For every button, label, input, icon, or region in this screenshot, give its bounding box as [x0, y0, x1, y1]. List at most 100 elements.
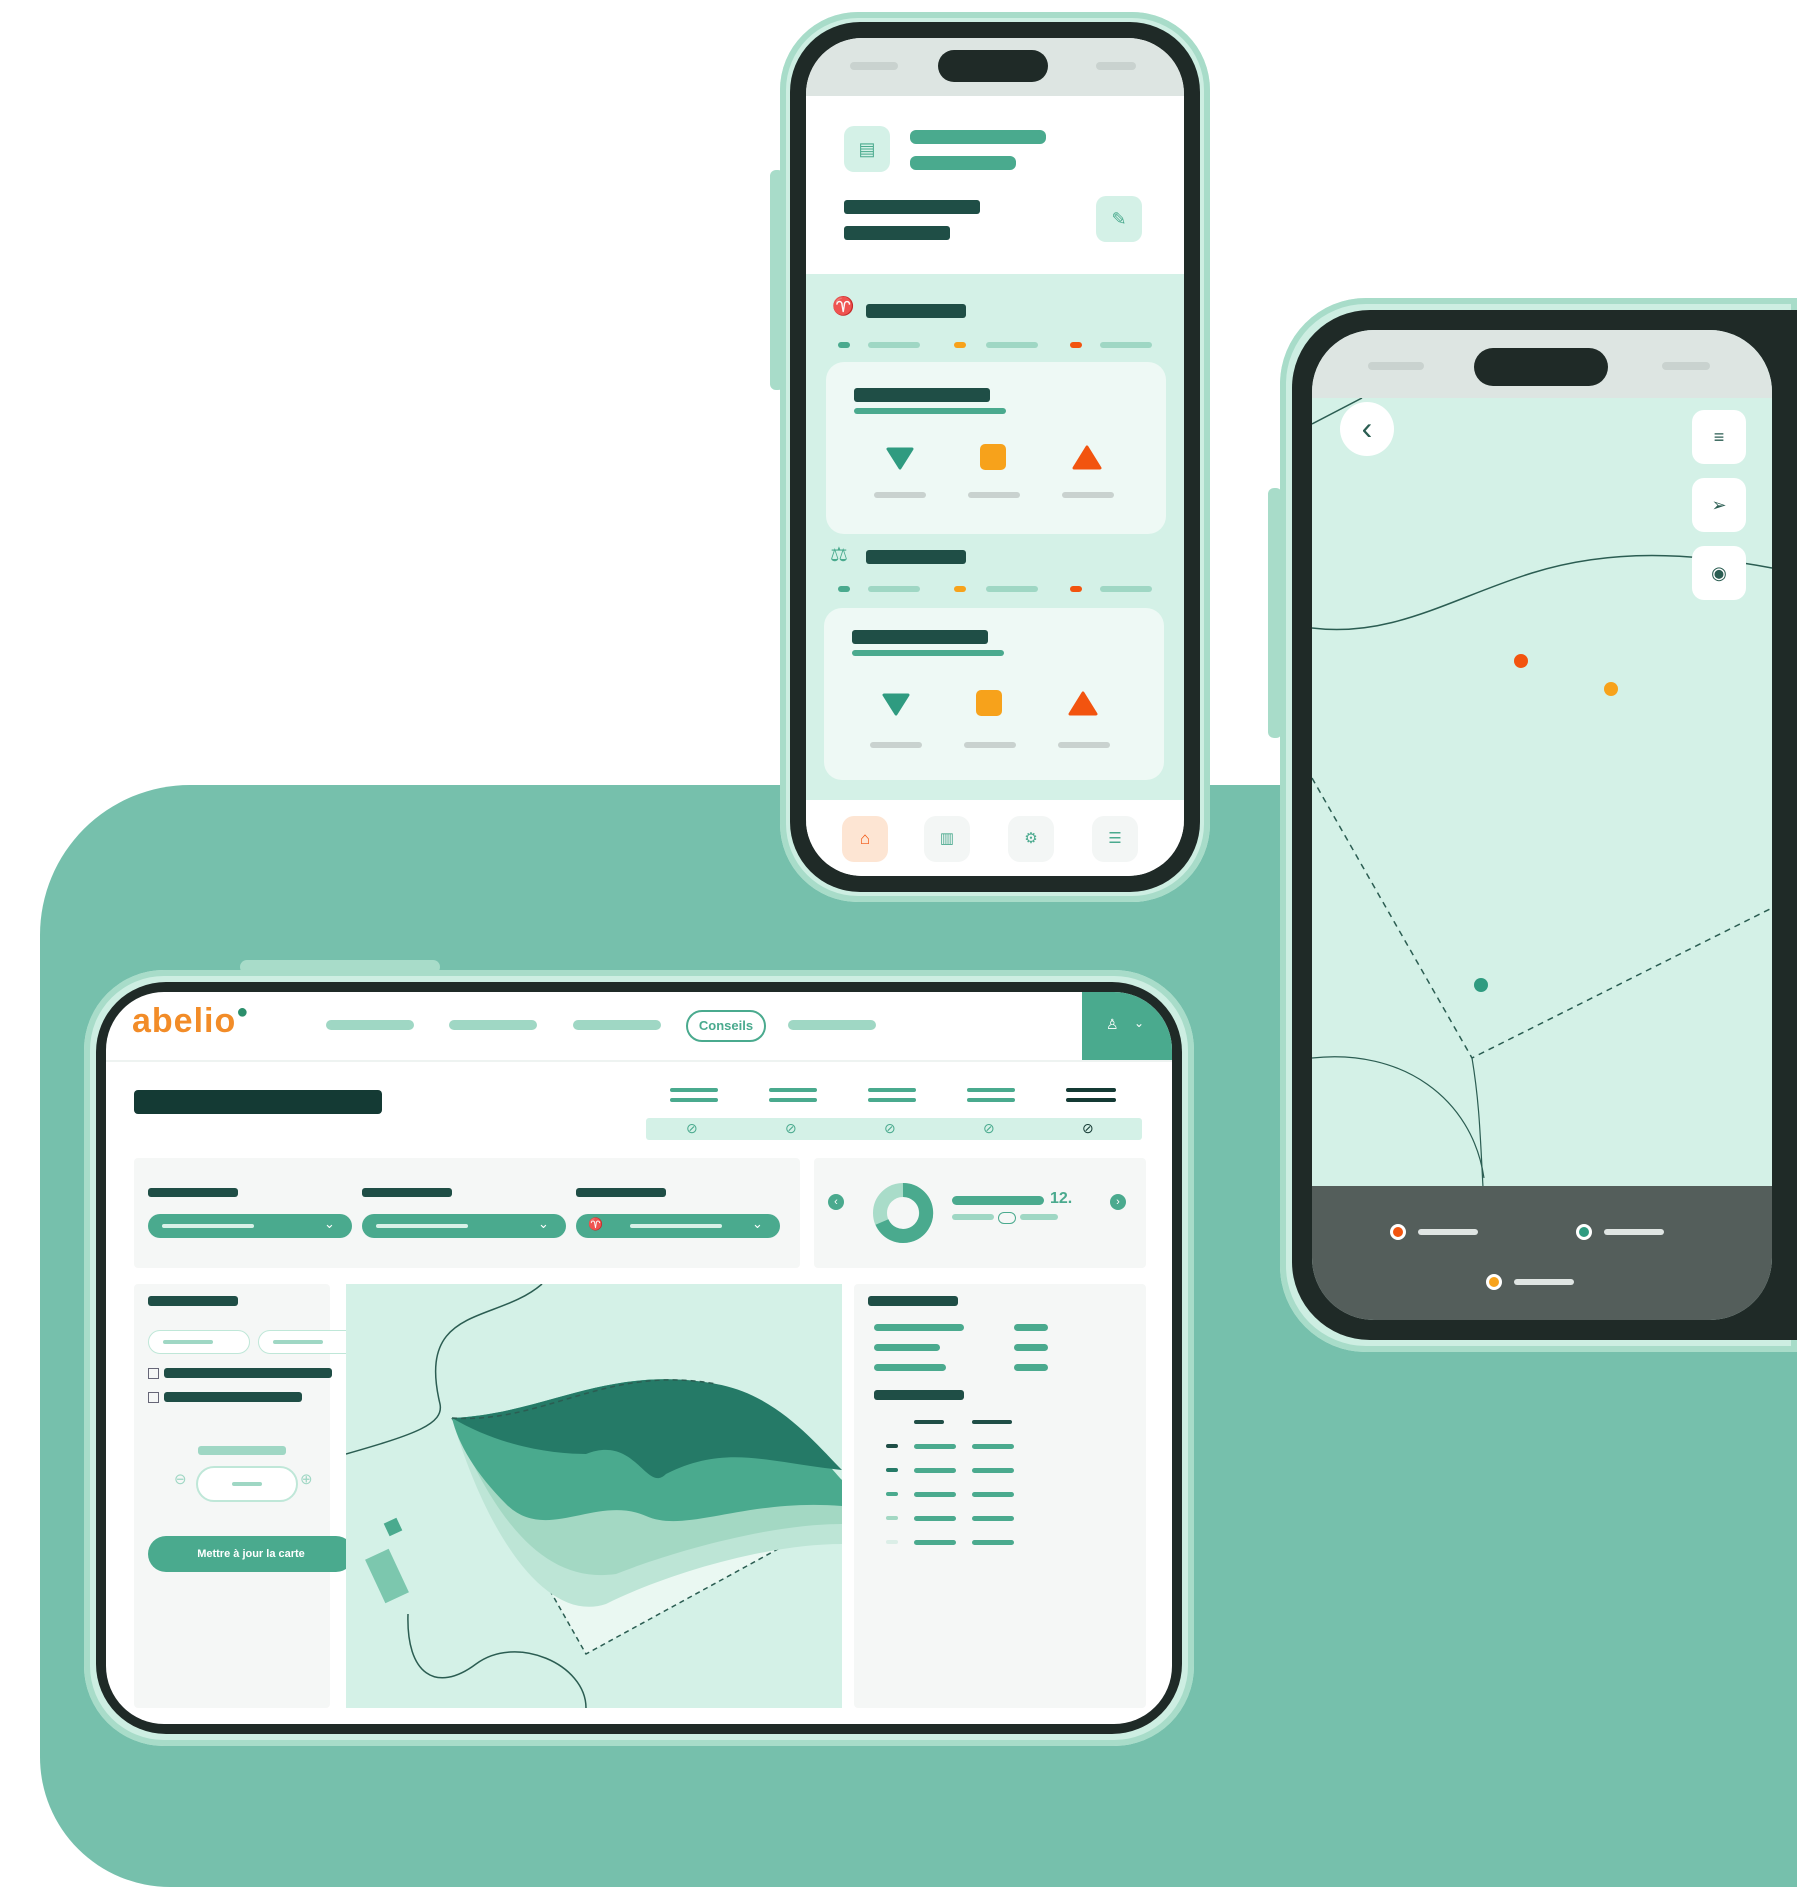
- donut-chart: [873, 1182, 934, 1243]
- map-view[interactable]: [346, 1284, 842, 1708]
- filter-1-select[interactable]: ⌄: [148, 1214, 352, 1238]
- card-1-title: [854, 388, 990, 402]
- legend-5-b: [972, 1540, 1014, 1545]
- phone-dashboard-screen: ▤ ✎ ♈ ⚖ ⌂ ▥ ⚙ ☰: [806, 38, 1184, 876]
- map-marker-orange[interactable]: [1604, 682, 1618, 696]
- info-title: [868, 1296, 958, 1306]
- step-2-check-icon[interactable]: ⊘: [785, 1120, 797, 1137]
- nav-tab-1[interactable]: [326, 1020, 414, 1030]
- checkbox-2[interactable]: [148, 1392, 159, 1403]
- card-1[interactable]: [826, 362, 1166, 534]
- legend-3-b: [972, 1492, 1014, 1497]
- card-2[interactable]: [824, 608, 1164, 780]
- sidebar-select-1[interactable]: [148, 1330, 250, 1354]
- step-3-check-icon[interactable]: ⊘: [884, 1120, 896, 1137]
- stat-value: 12.: [1050, 1190, 1073, 1207]
- step-4-check-icon[interactable]: ⊘: [983, 1120, 995, 1137]
- nav-tab-2[interactable]: [449, 1020, 537, 1030]
- step-5-check-icon[interactable]: ⊘: [1082, 1120, 1094, 1137]
- status-right: [1662, 362, 1710, 370]
- legend-2-a: [914, 1468, 956, 1473]
- stepper-label: [198, 1446, 286, 1455]
- edit-button[interactable]: ✎: [1096, 196, 1142, 242]
- step-5-line-b: [1066, 1098, 1116, 1102]
- status-right: [1096, 62, 1136, 70]
- section-2-legend-b-dot: [954, 586, 966, 592]
- home-icon[interactable]: ⌂: [842, 816, 888, 862]
- user-icon: ♙: [1106, 1016, 1119, 1032]
- step-1-check-icon[interactable]: ⊘: [686, 1120, 698, 1137]
- card-1-label-2: [968, 492, 1020, 498]
- stats-panel: ‹ 12. ›: [814, 1158, 1146, 1268]
- info-row-2-value: [1014, 1344, 1048, 1351]
- legend-5-a: [914, 1540, 956, 1545]
- locate-button[interactable]: ◉: [1692, 546, 1746, 600]
- checkbox-1[interactable]: [148, 1368, 159, 1379]
- chevron-down-icon: ⌄: [1134, 1016, 1145, 1030]
- map-icon[interactable]: ▥: [924, 816, 970, 862]
- status-left: [850, 62, 898, 70]
- toggle-icon[interactable]: [998, 1212, 1016, 1224]
- section-2-legend-a-dot: [838, 586, 850, 592]
- step-2-line-b: [769, 1098, 817, 1102]
- nav-tab-3[interactable]: [573, 1020, 661, 1030]
- section-2-legend-c: [1100, 586, 1152, 592]
- square-icon: [976, 690, 1002, 716]
- sidebar-select-2[interactable]: [258, 1330, 360, 1354]
- map-marker-teal[interactable]: [1474, 978, 1488, 992]
- tractor-icon[interactable]: ⚙: [1008, 816, 1054, 862]
- plus-icon[interactable]: ⊕: [300, 1470, 313, 1488]
- update-map-button[interactable]: Mettre à jour la carte: [148, 1536, 354, 1572]
- step-3-line: [868, 1088, 916, 1092]
- document-icon[interactable]: ▤: [844, 126, 890, 172]
- map-legend-panel: [1312, 1186, 1772, 1320]
- abelio-logo[interactable]: abelio●: [132, 1001, 250, 1041]
- step-3-line-b: [868, 1098, 916, 1102]
- section-1-legend-b-dot: [954, 342, 966, 348]
- camera-notch: [1474, 348, 1608, 386]
- layers-button[interactable]: ≡: [1692, 410, 1746, 464]
- legend-4-b: [972, 1516, 1014, 1521]
- filter-3-select[interactable]: ♈ ⌄: [576, 1214, 780, 1238]
- scale-icon: ⚖: [830, 544, 848, 566]
- camera-notch: [938, 50, 1048, 82]
- info-row-3-label: [874, 1364, 946, 1371]
- chevron-down-icon: ⌄: [538, 1216, 549, 1231]
- filter-3-label: [576, 1188, 666, 1197]
- minus-icon[interactable]: ⊖: [174, 1470, 187, 1488]
- user-menu-button[interactable]: ♙ ⌄: [1082, 992, 1172, 1060]
- legend-label-red: [1418, 1229, 1478, 1235]
- filter-2-select[interactable]: ⌄: [362, 1214, 566, 1238]
- sidebar-title: [148, 1296, 238, 1306]
- legend-1-b: [972, 1444, 1014, 1449]
- list-icon[interactable]: ☰: [1092, 816, 1138, 862]
- stat-sub-1: [952, 1214, 994, 1220]
- quantity-stepper[interactable]: [196, 1466, 298, 1502]
- filter-2-value: [376, 1224, 468, 1228]
- stepper: ⊘ ⊘ ⊘ ⊘ ⊘: [646, 1082, 1146, 1142]
- up-triangle-icon: [1072, 445, 1102, 470]
- previous-icon[interactable]: ‹: [828, 1194, 844, 1210]
- nav-tab-conseils[interactable]: Conseils: [686, 1010, 766, 1042]
- legend-3-a: [914, 1492, 956, 1497]
- card-1-label-3: [1062, 492, 1114, 498]
- section-1-legend-c-dot: [1070, 342, 1082, 348]
- farm-name-2: [844, 226, 950, 240]
- legend-4-a: [914, 1516, 956, 1521]
- legend-2-b: [972, 1468, 1014, 1473]
- navigate-button[interactable]: ➢: [1692, 478, 1746, 532]
- sprout-icon: ♈: [588, 1217, 603, 1231]
- section-1-legend-a: [868, 342, 920, 348]
- filter-2-label: [362, 1188, 452, 1197]
- back-button[interactable]: ‹: [1340, 402, 1394, 456]
- map-svg: [346, 1284, 842, 1708]
- map-marker-red[interactable]: [1514, 654, 1528, 668]
- info-row-1-label: [874, 1324, 964, 1331]
- section-1-legend-c: [1100, 342, 1152, 348]
- header-title-1: [910, 130, 1046, 144]
- next-icon[interactable]: ›: [1110, 1194, 1126, 1210]
- stepper-value: [232, 1482, 262, 1486]
- leaf-icon: ●: [236, 1001, 250, 1023]
- nav-tab-5[interactable]: [788, 1020, 876, 1030]
- checkbox-1-label: [164, 1368, 332, 1378]
